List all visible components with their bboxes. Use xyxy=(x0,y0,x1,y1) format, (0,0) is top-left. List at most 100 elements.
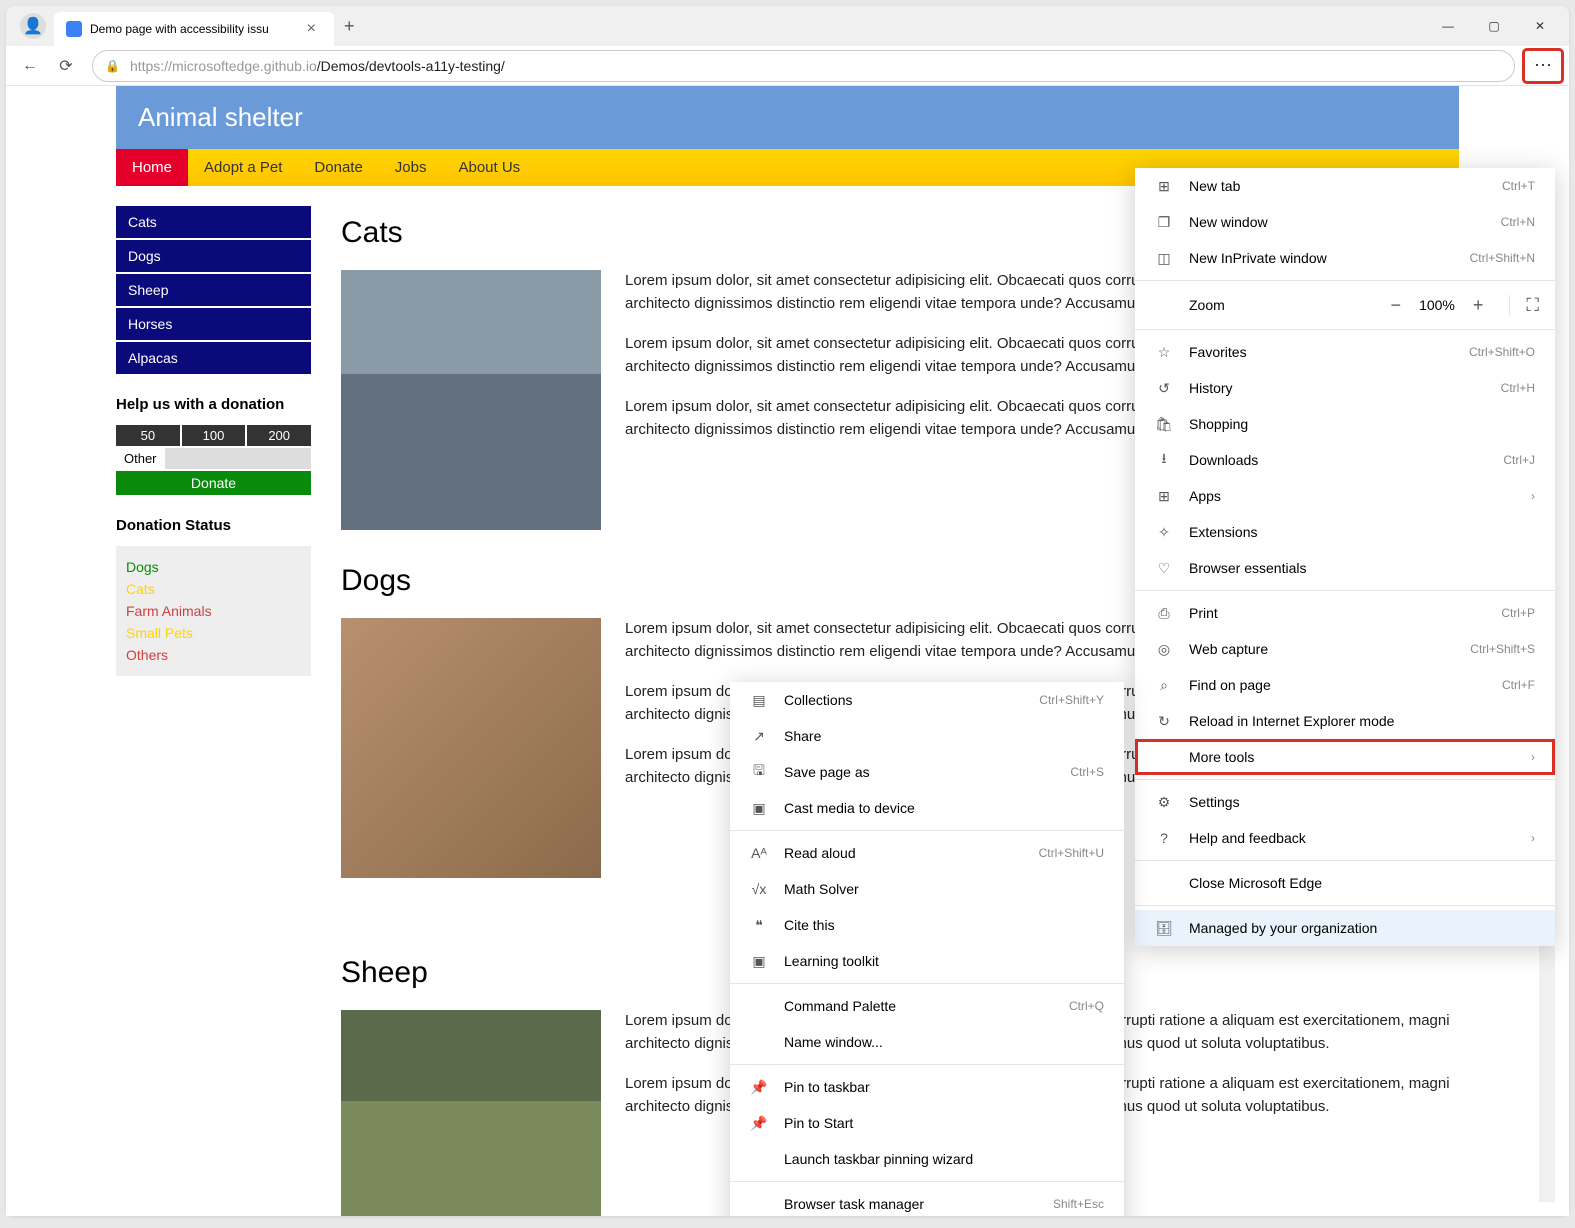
nav-item-about-us[interactable]: About Us xyxy=(442,149,536,186)
menu-icon: Aᴬ xyxy=(750,845,768,861)
sidebar: CatsDogsSheepHorsesAlpacas Help us with … xyxy=(116,206,311,1216)
more-tools-submenu: ▤CollectionsCtrl+Shift+Y↗Share🖫Save page… xyxy=(730,682,1124,1216)
page-title: Animal shelter xyxy=(116,86,1459,149)
menu-icon: ⌕ xyxy=(1155,677,1173,694)
menu-icon: 📌 xyxy=(750,1115,768,1132)
nav-item-jobs[interactable]: Jobs xyxy=(379,149,443,186)
menu-item-favorites[interactable]: ☆FavoritesCtrl+Shift+O xyxy=(1135,334,1555,370)
menu-item-history[interactable]: ↺HistoryCtrl+H xyxy=(1135,370,1555,406)
nav-item-adopt-a-pet[interactable]: Adopt a Pet xyxy=(188,149,298,186)
profile-avatar[interactable]: 👤 xyxy=(20,13,46,39)
sidebar-item-horses[interactable]: Horses xyxy=(116,308,311,340)
back-button[interactable]: ← xyxy=(12,48,48,84)
donate-amount-button[interactable]: 200 xyxy=(247,425,311,446)
zoom-out-button[interactable]: − xyxy=(1391,295,1402,316)
menu-icon: ↗ xyxy=(750,728,768,745)
sidebar-item-sheep[interactable]: Sheep xyxy=(116,274,311,306)
tab-title: Demo page with accessibility issu xyxy=(90,22,269,36)
menu-item-pin-to-start[interactable]: 📌Pin to Start xyxy=(730,1105,1124,1141)
shortcut-label: Ctrl+Q xyxy=(1069,999,1104,1013)
chevron-right-icon: › xyxy=(1531,489,1535,503)
menu-item-settings[interactable]: ⚙Settings xyxy=(1135,784,1555,820)
menu-item-pin-to-taskbar[interactable]: 📌Pin to taskbar xyxy=(730,1069,1124,1105)
menu-item-apps[interactable]: ⊞Apps› xyxy=(1135,478,1555,514)
menu-item-extensions[interactable]: ✧Extensions xyxy=(1135,514,1555,550)
menu-item-find-on-page[interactable]: ⌕Find on pageCtrl+F xyxy=(1135,667,1555,703)
sidebar-item-cats[interactable]: Cats xyxy=(116,206,311,238)
donate-heading: Help us with a donation xyxy=(116,396,311,413)
menu-icon: ▣ xyxy=(750,953,768,970)
browser-tab[interactable]: Demo page with accessibility issu × xyxy=(54,12,334,46)
zoom-in-button[interactable]: + xyxy=(1473,295,1484,316)
menu-item-launch-taskbar-pinning-wizard[interactable]: Launch taskbar pinning wizard xyxy=(730,1141,1124,1177)
menu-icon: ☆ xyxy=(1155,344,1173,361)
menu-separator xyxy=(1135,860,1555,861)
menu-separator xyxy=(1135,905,1555,906)
minimize-button[interactable]: — xyxy=(1425,10,1471,42)
menu-icon: ⊞ xyxy=(1155,178,1173,195)
refresh-button[interactable]: ⟳ xyxy=(48,48,84,84)
tab-close-icon[interactable]: × xyxy=(301,20,322,38)
menu-item-read-aloud[interactable]: AᴬRead aloudCtrl+Shift+U xyxy=(730,835,1124,871)
status-item: Dogs xyxy=(126,556,301,578)
fullscreen-button[interactable]: ⛶ xyxy=(1509,295,1539,316)
toolbar: ← ⟳ 🔒 https://microsoftedge.github.io/De… xyxy=(6,46,1569,86)
menu-item-web-capture[interactable]: ◎Web captureCtrl+Shift+S xyxy=(1135,631,1555,667)
sidebar-item-dogs[interactable]: Dogs xyxy=(116,240,311,272)
menu-item-learning-toolkit[interactable]: ▣Learning toolkit xyxy=(730,943,1124,979)
shortcut-label: Ctrl+H xyxy=(1501,381,1535,395)
donate-amount-button[interactable]: 50 xyxy=(116,425,180,446)
menu-item-share[interactable]: ↗Share xyxy=(730,718,1124,754)
close-window-button[interactable]: ✕ xyxy=(1517,10,1563,42)
menu-item-browser-task-manager[interactable]: Browser task managerShift+Esc xyxy=(730,1186,1124,1216)
menu-item-collections[interactable]: ▤CollectionsCtrl+Shift+Y xyxy=(730,682,1124,718)
menu-item-new-window[interactable]: ❐New windowCtrl+N xyxy=(1135,204,1555,240)
donate-submit-button[interactable]: Donate xyxy=(116,471,311,495)
zoom-value: 100% xyxy=(1419,297,1455,313)
menu-item-more-tools[interactable]: More tools› xyxy=(1135,739,1555,775)
url-path: /Demos/devtools-a11y-testing/ xyxy=(317,58,505,74)
donate-other-input[interactable] xyxy=(165,448,311,469)
menu-item-managed-by-your-organization[interactable]: 🗄Managed by your organization xyxy=(1135,910,1555,946)
menu-item-cite-this[interactable]: ❝Cite this xyxy=(730,907,1124,943)
edge-menu: ⊞New tabCtrl+T❐New windowCtrl+N◫New InPr… xyxy=(1135,168,1555,946)
menu-item-new-tab[interactable]: ⊞New tabCtrl+T xyxy=(1135,168,1555,204)
menu-item-downloads[interactable]: ⭳DownloadsCtrl+J xyxy=(1135,442,1555,478)
nav-item-donate[interactable]: Donate xyxy=(298,149,378,186)
menu-item-help-and-feedback[interactable]: ?Help and feedback› xyxy=(1135,820,1555,856)
shortcut-label: Ctrl+J xyxy=(1503,453,1535,467)
shortcut-label: Ctrl+Shift+O xyxy=(1469,345,1535,359)
menu-item-reload-in-internet-explorer-mode[interactable]: ↻Reload in Internet Explorer mode xyxy=(1135,703,1555,739)
menu-item-math-solver[interactable]: √xMath Solver xyxy=(730,871,1124,907)
menu-icon: ❝ xyxy=(750,917,768,934)
menu-item-new-inprivate-window[interactable]: ◫New InPrivate windowCtrl+Shift+N xyxy=(1135,240,1555,276)
sidebar-item-alpacas[interactable]: Alpacas xyxy=(116,342,311,374)
menu-item-command-palette[interactable]: Command PaletteCtrl+Q xyxy=(730,988,1124,1024)
new-tab-button[interactable]: + xyxy=(334,16,365,37)
menu-item-print[interactable]: ⎙PrintCtrl+P xyxy=(1135,595,1555,631)
settings-menu-button[interactable]: ⋯ xyxy=(1523,49,1563,83)
donate-other-label: Other xyxy=(116,448,165,469)
menu-icon: ↺ xyxy=(1155,380,1173,397)
donate-amount-button[interactable]: 100 xyxy=(182,425,246,446)
menu-icon: 🛍 xyxy=(1155,416,1173,433)
donate-other-row: Other xyxy=(116,448,311,469)
menu-item-save-page-as[interactable]: 🖫Save page asCtrl+S xyxy=(730,754,1124,790)
menu-icon: 📌 xyxy=(750,1079,768,1096)
window-controls: — ▢ ✕ xyxy=(1425,10,1563,42)
menu-item-browser-essentials[interactable]: ♡Browser essentials xyxy=(1135,550,1555,586)
nav-item-home[interactable]: Home xyxy=(116,149,188,186)
menu-item-cast-media-to-device[interactable]: ▣Cast media to device xyxy=(730,790,1124,826)
status-item: Others xyxy=(126,644,301,666)
shortcut-label: Ctrl+T xyxy=(1502,179,1535,193)
menu-icon: ❐ xyxy=(1155,214,1173,231)
maximize-button[interactable]: ▢ xyxy=(1471,10,1517,42)
menu-item-close-microsoft-edge[interactable]: Close Microsoft Edge xyxy=(1135,865,1555,901)
menu-icon: ▤ xyxy=(750,692,768,709)
menu-item-name-window-[interactable]: Name window... xyxy=(730,1024,1124,1060)
menu-icon: ▣ xyxy=(750,800,768,817)
status-item: Farm Animals xyxy=(126,600,301,622)
address-bar[interactable]: 🔒 https://microsoftedge.github.io/Demos/… xyxy=(92,50,1515,82)
menu-icon: √x xyxy=(750,881,768,897)
menu-item-shopping[interactable]: 🛍Shopping xyxy=(1135,406,1555,442)
